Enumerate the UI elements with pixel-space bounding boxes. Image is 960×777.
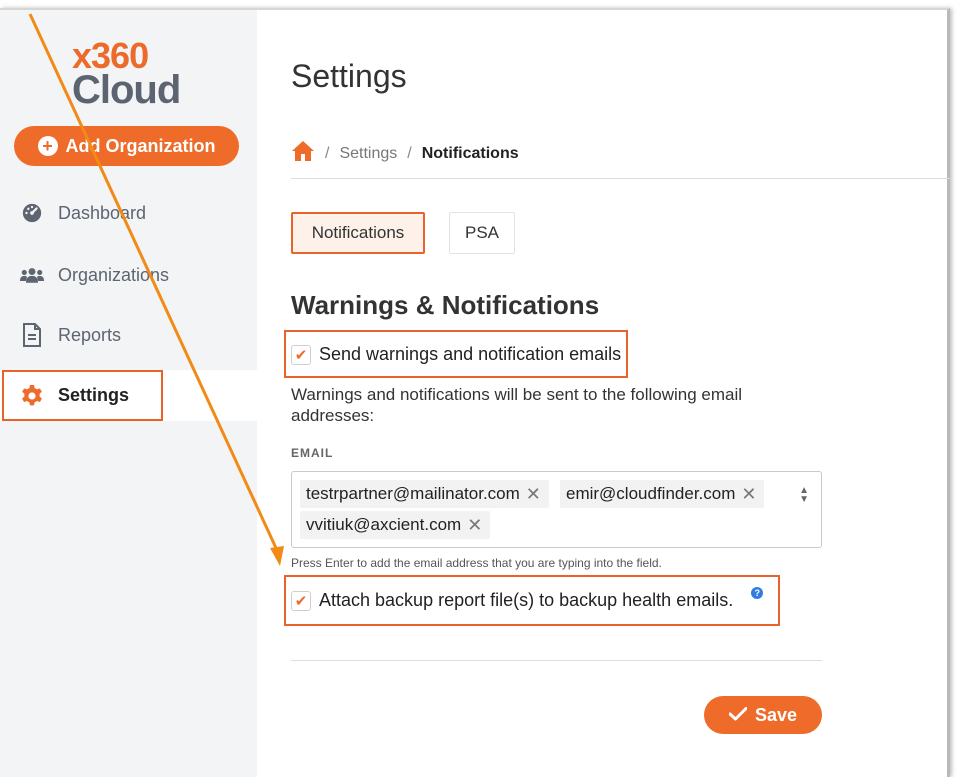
email-multiselect[interactable]: testrpartner@mailinator.com ✕ emir@cloud… — [291, 471, 822, 548]
save-button[interactable]: Save — [704, 696, 822, 734]
attach-report-checkbox[interactable]: ✔ — [291, 590, 311, 611]
app-window: x360 Cloud + Add Organization Dashboard … — [0, 8, 950, 777]
email-field-label: EMAIL — [291, 446, 334, 460]
email-chip-text: emir@cloudfinder.com — [566, 484, 736, 503]
tab-psa[interactable]: PSA — [449, 212, 515, 254]
email-hint: Press Enter to add the email address tha… — [291, 556, 662, 570]
save-label: Save — [754, 704, 798, 725]
breadcrumb-separator: / — [325, 144, 330, 162]
remove-email-icon[interactable]: ✕ — [741, 484, 756, 505]
logo: x360 Cloud — [72, 38, 181, 112]
logo-cloud: Cloud — [72, 68, 181, 112]
divider — [291, 178, 950, 179]
breadcrumb-separator: / — [407, 144, 412, 162]
email-chip: testrpartner@mailinator.com ✕ — [300, 480, 549, 508]
send-emails-row: ✔ Send warnings and notification emails — [291, 344, 621, 365]
page-title: Settings — [291, 58, 407, 94]
checkmark-icon — [728, 705, 748, 726]
remove-email-icon[interactable]: ✕ — [526, 484, 541, 505]
remove-email-icon[interactable]: ✕ — [467, 515, 482, 536]
breadcrumb-settings[interactable]: Settings — [339, 145, 397, 163]
breadcrumb: / Settings / Notifications — [291, 140, 519, 167]
sidebar-item-label: Reports — [58, 324, 122, 345]
sidebar-item-reports[interactable]: Reports — [0, 310, 257, 360]
sort-arrows-icon[interactable]: ▲ ▼ — [799, 486, 809, 505]
email-chip: emir@cloudfinder.com ✕ — [560, 480, 765, 508]
help-icon[interactable]: ? — [751, 586, 764, 599]
home-icon[interactable] — [291, 140, 315, 167]
email-chip-text: testrpartner@mailinator.com — [306, 484, 520, 503]
sidebar-item-label: Organizations — [58, 264, 170, 285]
breadcrumb-current: Notifications — [421, 144, 519, 162]
email-chip-text: vvitiuk@axcient.com — [306, 515, 462, 534]
send-emails-checkbox[interactable]: ✔ — [291, 344, 311, 365]
dashboard-gauge-icon — [20, 201, 44, 225]
divider — [291, 660, 822, 661]
main-content: Settings / Settings / Notifications Noti… — [284, 10, 950, 777]
document-icon — [20, 323, 44, 347]
sidebar-item-dashboard[interactable]: Dashboard — [0, 188, 257, 238]
highlight-box — [2, 370, 163, 421]
sidebar-item-label: Dashboard — [58, 202, 147, 223]
send-emails-label: Send warnings and notification emails — [319, 344, 622, 364]
section-title: Warnings & Notifications — [291, 290, 600, 320]
attach-report-row: ✔ Attach backup report file(s) to backup… — [291, 586, 764, 611]
email-chip: vvitiuk@axcient.com ✕ — [300, 511, 491, 539]
email-description: Warnings and notifications will be sent … — [291, 385, 743, 425]
add-organization-label: Add Organization — [65, 135, 216, 156]
sidebar-item-organizations[interactable]: Organizations — [0, 250, 257, 300]
plus-circle-icon: + — [37, 136, 58, 156]
sidebar: x360 Cloud + Add Organization Dashboard … — [0, 10, 257, 777]
users-icon — [20, 263, 44, 287]
add-organization-button[interactable]: + Add Organization — [14, 126, 239, 166]
tab-notifications[interactable]: Notifications — [291, 212, 425, 254]
attach-report-label: Attach backup report file(s) to backup h… — [319, 590, 734, 610]
